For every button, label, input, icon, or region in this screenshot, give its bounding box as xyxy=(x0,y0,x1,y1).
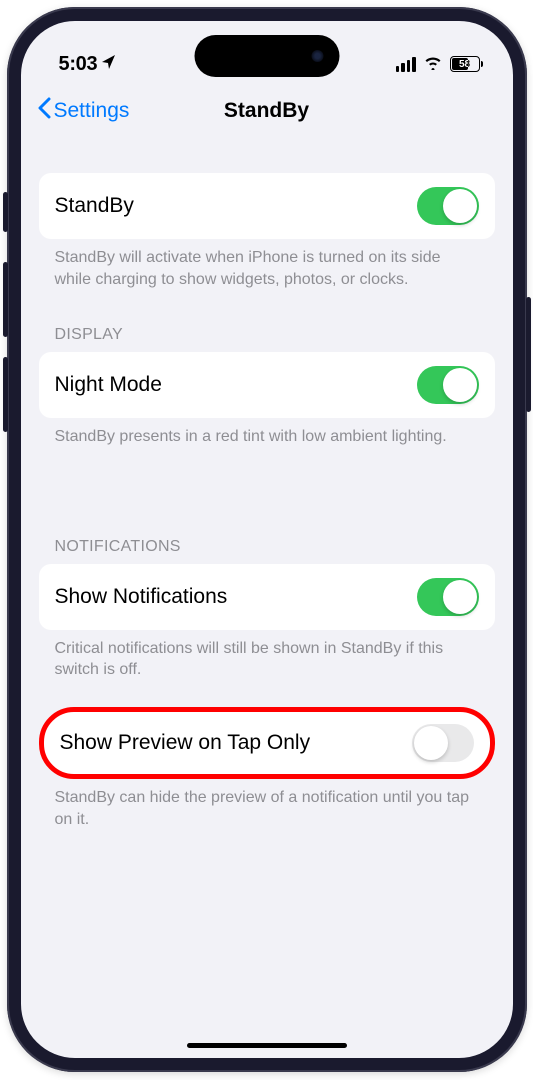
status-left: 5:03 xyxy=(59,53,118,76)
phone-frame: 5:03 58 xyxy=(7,7,527,1072)
preview-label: Show Preview on Tap Only xyxy=(60,731,311,755)
screen: 5:03 58 xyxy=(21,21,513,1058)
battery-level: 58 xyxy=(459,59,470,70)
preview-toggle[interactable] xyxy=(412,724,474,762)
standby-row[interactable]: StandBy xyxy=(39,173,495,239)
back-button[interactable]: Settings xyxy=(37,97,130,125)
side-button xyxy=(3,192,8,232)
dynamic-island xyxy=(194,35,339,77)
page-title: StandBy xyxy=(224,99,309,123)
shownotif-footer: Critical notifications will still be sho… xyxy=(39,630,495,681)
notifications-section-header: NOTIFICATIONS xyxy=(39,538,495,564)
nightmode-footer: StandBy presents in a red tint with low … xyxy=(39,418,495,448)
location-icon xyxy=(101,53,117,76)
nightmode-row[interactable]: Night Mode xyxy=(39,352,495,418)
home-indicator[interactable] xyxy=(187,1043,347,1048)
standby-label: StandBy xyxy=(55,194,134,218)
wifi-icon xyxy=(423,54,443,75)
status-time: 5:03 xyxy=(59,53,98,76)
side-button xyxy=(526,297,531,412)
side-button xyxy=(3,262,8,337)
back-label: Settings xyxy=(54,99,130,123)
display-section-header: DISPLAY xyxy=(39,326,495,352)
standby-footer: StandBy will activate when iPhone is tur… xyxy=(39,239,495,290)
side-button xyxy=(3,357,8,432)
shownotif-row[interactable]: Show Notifications xyxy=(39,564,495,630)
status-right: 58 xyxy=(396,54,483,75)
preview-row[interactable]: Show Preview on Tap Only xyxy=(56,718,478,768)
shownotif-label: Show Notifications xyxy=(55,585,228,609)
nav-bar: Settings StandBy xyxy=(21,83,513,137)
standby-toggle[interactable] xyxy=(417,187,479,225)
highlighted-row: Show Preview on Tap Only xyxy=(39,707,495,779)
cellular-icon xyxy=(396,57,416,72)
chevron-left-icon xyxy=(37,97,51,125)
preview-footer: StandBy can hide the preview of a notifi… xyxy=(39,779,495,830)
nightmode-toggle[interactable] xyxy=(417,366,479,404)
content: StandBy StandBy will activate when iPhon… xyxy=(21,137,513,830)
battery-icon: 58 xyxy=(450,56,483,72)
nightmode-label: Night Mode xyxy=(55,373,162,397)
shownotif-toggle[interactable] xyxy=(417,578,479,616)
